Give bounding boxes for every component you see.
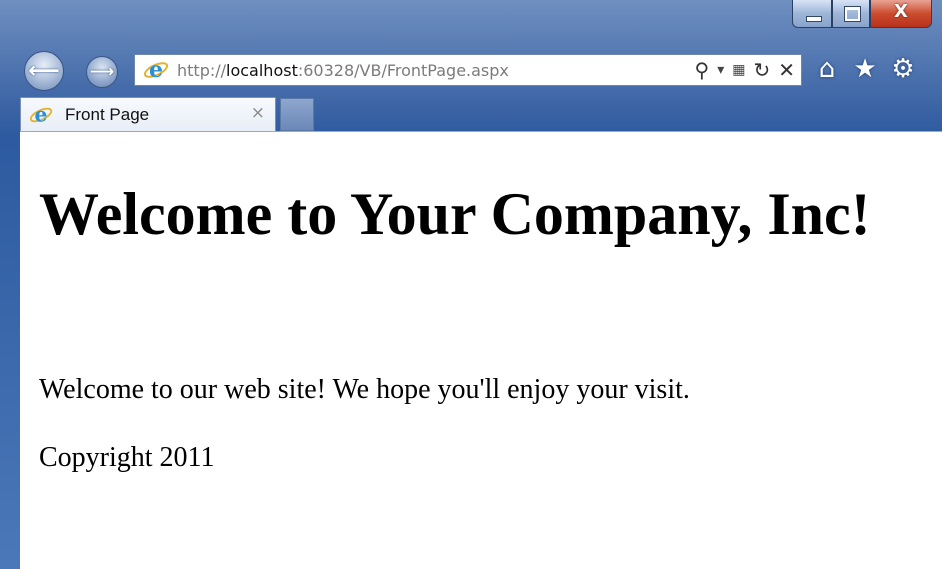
page-content: Welcome to Your Company, Inc! Welcome to… — [20, 131, 942, 569]
address-bar-tools: ⚲ ▾ ▦ ↻ ✕ — [695, 57, 795, 83]
maximize-button[interactable] — [832, 0, 870, 28]
welcome-text: Welcome to our web site! We hope you'll … — [39, 374, 690, 405]
svg-text:e: e — [149, 57, 163, 83]
minimize-button[interactable] — [792, 0, 832, 28]
compatibility-view-icon[interactable]: ▦ — [732, 57, 745, 83]
forward-button[interactable]: ⟶ — [86, 56, 118, 88]
copyright-text: Copyright 2011 — [39, 442, 215, 473]
close-tab-icon[interactable]: × — [251, 103, 265, 123]
gear-icon[interactable]: ⚙ — [890, 52, 916, 86]
refresh-icon[interactable]: ↻ — [753, 57, 770, 83]
command-icons: ⌂ ★ ⚙ — [814, 52, 916, 86]
url-host: localhost — [226, 61, 298, 80]
chevron-down-icon[interactable]: ▾ — [717, 57, 724, 83]
star-icon[interactable]: ★ — [852, 52, 878, 86]
page-heading: Welcome to Your Company, Inc! — [39, 181, 871, 247]
tab-front-page[interactable]: e Front Page × — [20, 97, 276, 131]
forward-arrow-icon: ⟶ — [89, 62, 115, 82]
tab-title: Front Page — [65, 105, 150, 124]
back-button[interactable]: ⟵ — [24, 51, 64, 91]
address-url[interactable]: http://localhost:60328/VB/FrontPage.aspx — [177, 61, 509, 80]
browser-window: X ⟵ ⟶ e http://localhost:60328/VB/FrontP… — [0, 0, 942, 569]
close-window-button[interactable]: X — [870, 0, 932, 28]
url-path: :60328/VB/FrontPage.aspx — [297, 61, 509, 80]
navigation-bar: ⟵ ⟶ e http://localhost:60328/VB/FrontPag… — [0, 46, 942, 96]
internet-explorer-icon: e — [29, 103, 53, 126]
tab-row: e Front Page × — [20, 97, 942, 131]
svg-text:e: e — [35, 103, 48, 126]
home-icon[interactable]: ⌂ — [814, 52, 840, 86]
url-prefix: http:// — [177, 61, 227, 80]
back-arrow-icon: ⟵ — [28, 58, 60, 84]
window-caption-buttons: X — [792, 0, 932, 36]
internet-explorer-icon: e — [143, 57, 169, 83]
close-window-glyph: X — [894, 1, 908, 22]
address-bar[interactable]: e http://localhost:60328/VB/FrontPage.as… — [134, 54, 802, 86]
search-icon[interactable]: ⚲ — [695, 57, 710, 83]
new-tab-button[interactable] — [280, 98, 314, 131]
stop-icon[interactable]: ✕ — [778, 57, 795, 83]
